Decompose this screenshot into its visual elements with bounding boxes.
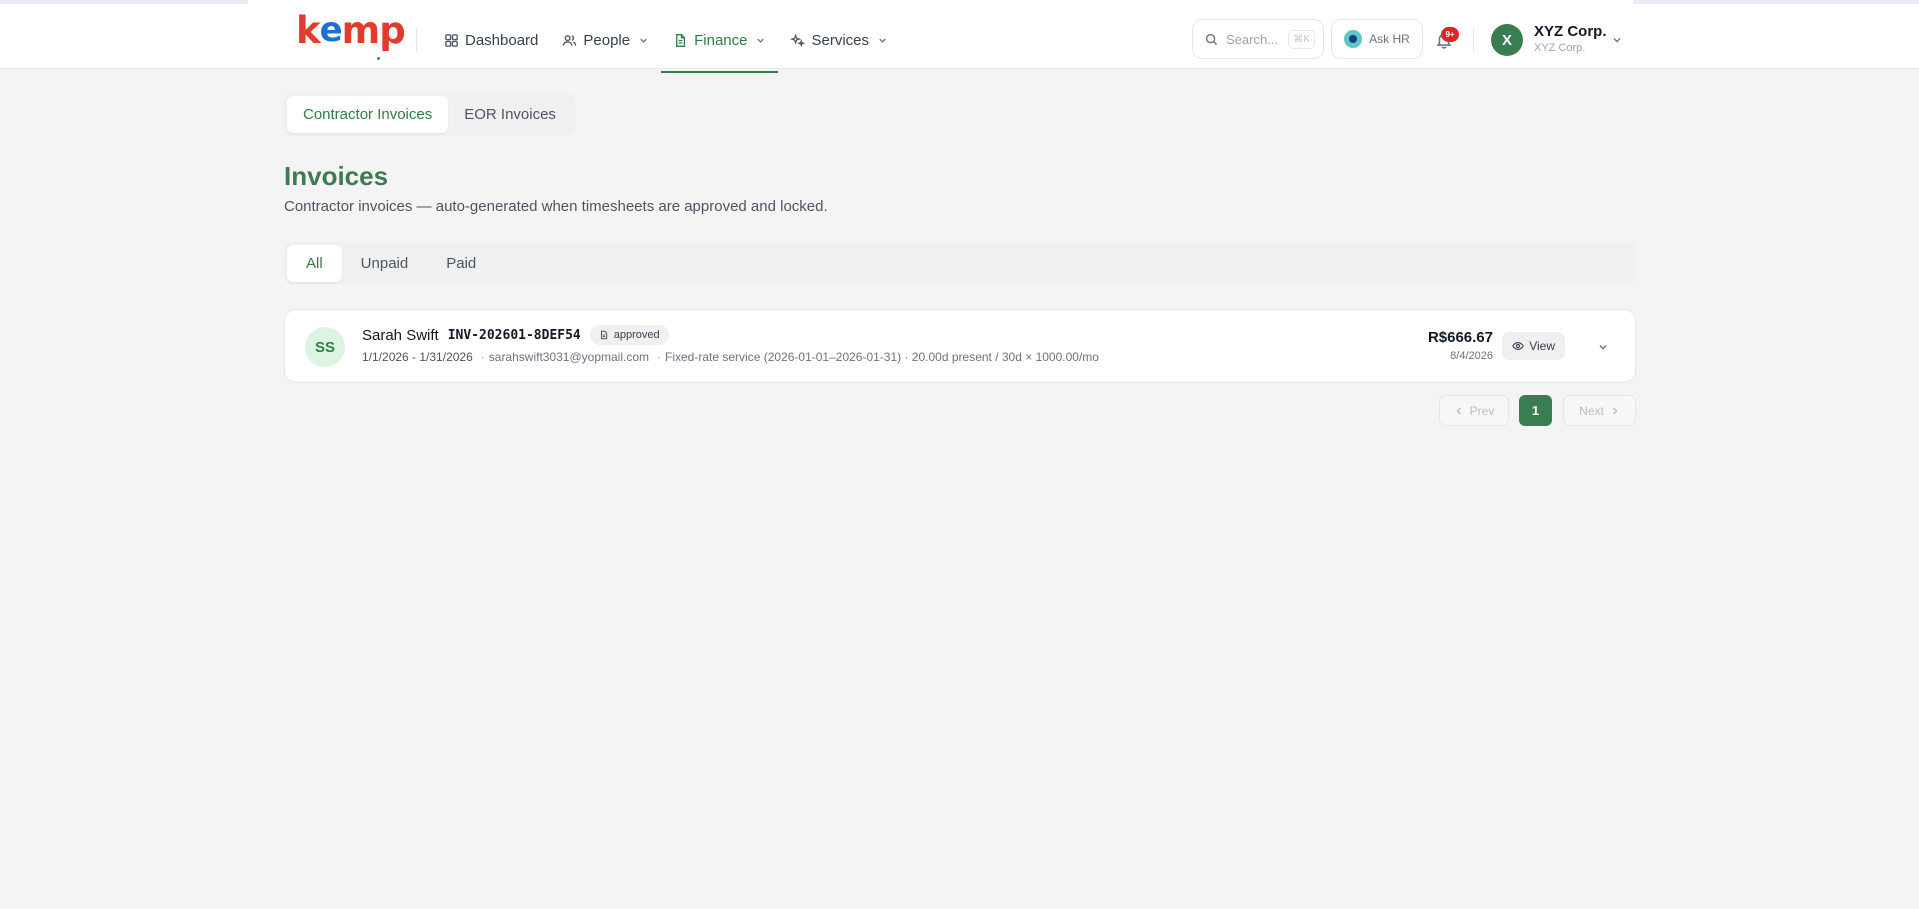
filter-all[interactable]: All (287, 245, 342, 282)
status-filter-tabs: All Unpaid Paid (284, 242, 1636, 285)
page-subtitle: Contractor invoices — auto-generated whe… (284, 198, 828, 215)
nav-services-label: Services (811, 31, 870, 49)
kemp-logo[interactable]: k e mp (296, 9, 406, 52)
ask-hr-button[interactable]: Ask HR (1331, 19, 1423, 59)
search-icon (1205, 33, 1218, 45)
chevron-down-icon (640, 38, 647, 43)
contractor-email: sarahswift3031@yopmail.com (488, 350, 650, 364)
invoice-period: 1/1/2026 - 1/31/2026 (362, 350, 473, 364)
next-page-button[interactable]: Next (1563, 395, 1636, 426)
nav-services[interactable]: Services (778, 8, 900, 72)
page-number-current[interactable]: 1 (1519, 395, 1552, 426)
filter-unpaid[interactable]: Unpaid (342, 245, 428, 282)
chevron-right-icon (1612, 407, 1618, 414)
logo-dot (377, 57, 380, 60)
contractor-avatar: SS (305, 327, 345, 367)
sparkles-icon (790, 32, 806, 47)
invoice-amount: R$666.67 (1427, 329, 1493, 346)
grid-icon (445, 33, 458, 47)
header-divider (1473, 28, 1474, 52)
notification-badge: 9+ (1441, 27, 1459, 42)
nav-finance[interactable]: Finance (661, 8, 779, 73)
chevron-down-icon[interactable] (1611, 34, 1623, 46)
chevron-down-icon (757, 38, 765, 43)
filter-paid[interactable]: Paid (427, 245, 495, 282)
search-box[interactable]: Search... ⌘K (1192, 19, 1324, 59)
invoice-type-tabs: Contractor Invoices EOR Invoices (284, 93, 575, 136)
chevron-down-icon (879, 38, 886, 43)
nav-people[interactable]: People (550, 8, 661, 72)
invoice-date: 8/4/2026 (1450, 350, 1493, 362)
nav-finance-label: Finance (694, 31, 748, 49)
org-name[interactable]: XYZ Corp. (1534, 23, 1607, 40)
status-badge: approved (589, 325, 669, 345)
view-label: View (1529, 339, 1555, 353)
main-nav: Dashboard People Finance Services (432, 8, 900, 73)
ask-hr-icon (1344, 30, 1363, 48)
next-label: Next (1579, 403, 1604, 418)
nav-dashboard[interactable]: Dashboard (432, 8, 550, 72)
org-avatar[interactable]: X (1491, 24, 1523, 56)
prev-page-button[interactable]: Prev (1439, 395, 1509, 426)
ask-hr-label: Ask HR (1369, 32, 1410, 46)
search-placeholder: Search... (1226, 31, 1279, 47)
prev-label: Prev (1469, 403, 1495, 418)
contractor-name: Sarah Swift (362, 326, 439, 344)
users-icon (563, 34, 577, 46)
nav-people-label: People (583, 31, 631, 49)
org-subtitle: XYZ Corp. (1534, 42, 1586, 54)
eye-icon (1512, 342, 1524, 350)
nav-dashboard-label: Dashboard (465, 31, 539, 49)
document-icon (676, 33, 686, 47)
page-title: Invoices (284, 161, 389, 191)
invoice-details: Fixed-rate service (2026-01-01–2026-01-3… (665, 350, 1099, 364)
chevron-left-icon (1456, 407, 1461, 414)
view-invoice-button[interactable]: View (1502, 332, 1565, 360)
tab-contractor-invoices[interactable]: Contractor Invoices (287, 96, 449, 133)
file-icon (600, 330, 607, 340)
chevron-down-icon[interactable] (1597, 341, 1609, 353)
search-shortcut: ⌘K (1288, 29, 1315, 49)
tab-eor-invoices[interactable]: EOR Invoices (448, 96, 572, 133)
nav-divider (416, 28, 417, 52)
invoice-row[interactable]: SS Sarah Swift INV-202601-8DEF54 approve… (284, 309, 1636, 383)
top-navbar: k e mp Dashboard People Finance Services S… (0, 4, 1919, 73)
invoice-number: INV-202601-8DEF54 (447, 327, 581, 343)
status-label: approved (613, 329, 660, 341)
